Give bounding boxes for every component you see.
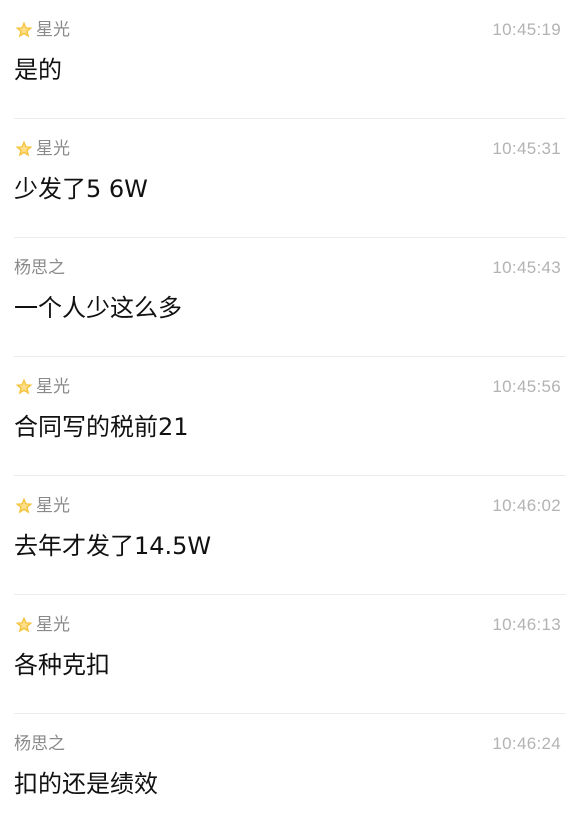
message-timestamp: 10:45:19 — [492, 20, 561, 39]
message-text: 少发了5 6W — [14, 175, 148, 203]
message-timestamp: 10:45:56 — [492, 377, 561, 396]
sender-name: 杨思之 — [14, 258, 65, 278]
message-timestamp: 10:46:24 — [492, 734, 561, 753]
sender: 杨思之 — [14, 732, 65, 756]
message-item[interactable]: 星光 10:46:13 各种克扣 — [0, 595, 574, 714]
message-item[interactable]: 杨思之 10:46:24 扣的还是绩效 — [0, 714, 574, 833]
message-header: 星光 10:45:56 — [14, 375, 561, 399]
sender: 星光 — [14, 137, 70, 161]
message-header: 星光 10:46:02 — [14, 494, 561, 518]
sender: 杨思之 — [14, 256, 65, 280]
message-item[interactable]: 杨思之 10:45:43 一个人少这么多 — [0, 238, 574, 357]
sender-name: 星光 — [36, 20, 70, 40]
message-header: 星光 10:45:19 — [14, 18, 561, 42]
message-timestamp: 10:46:13 — [492, 615, 561, 634]
message-item[interactable]: 星光 10:45:31 少发了5 6W — [0, 119, 574, 238]
chat-history-list: 星光 10:45:19 是的 星光 10:45:31 少发了5 6W 杨思之 1… — [0, 0, 574, 815]
message-item[interactable]: 星光 10:46:02 去年才发了14.5W — [0, 476, 574, 595]
message-text: 一个人少这么多 — [14, 294, 182, 322]
star-icon — [15, 140, 33, 157]
message-item[interactable]: 星光 10:45:19 是的 — [0, 0, 574, 119]
message-item[interactable]: 星光 10:45:56 合同写的税前21 — [0, 357, 574, 476]
star-icon — [15, 497, 33, 514]
message-timestamp: 10:45:43 — [492, 258, 561, 277]
sender-name: 星光 — [36, 139, 70, 159]
message-text: 扣的还是绩效 — [14, 770, 158, 798]
sender-name: 杨思之 — [14, 734, 65, 754]
message-timestamp: 10:46:02 — [492, 496, 561, 515]
star-icon — [15, 378, 33, 395]
sender-name: 星光 — [36, 496, 70, 516]
sender: 星光 — [14, 494, 70, 518]
message-header: 杨思之 10:45:43 — [14, 256, 561, 280]
star-icon — [15, 616, 33, 633]
sender-name: 星光 — [36, 377, 70, 397]
message-header: 星光 10:46:13 — [14, 613, 561, 637]
sender: 星光 — [14, 18, 70, 42]
sender: 星光 — [14, 375, 70, 399]
message-text: 去年才发了14.5W — [14, 532, 212, 560]
message-text: 合同写的税前21 — [14, 413, 189, 441]
message-header: 杨思之 10:46:24 — [14, 732, 561, 756]
message-text: 各种克扣 — [14, 651, 110, 679]
sender-name: 星光 — [36, 615, 70, 635]
message-text: 是的 — [14, 56, 62, 84]
sender: 星光 — [14, 613, 70, 637]
message-timestamp: 10:45:31 — [492, 139, 561, 158]
star-icon — [15, 21, 33, 38]
message-header: 星光 10:45:31 — [14, 137, 561, 161]
